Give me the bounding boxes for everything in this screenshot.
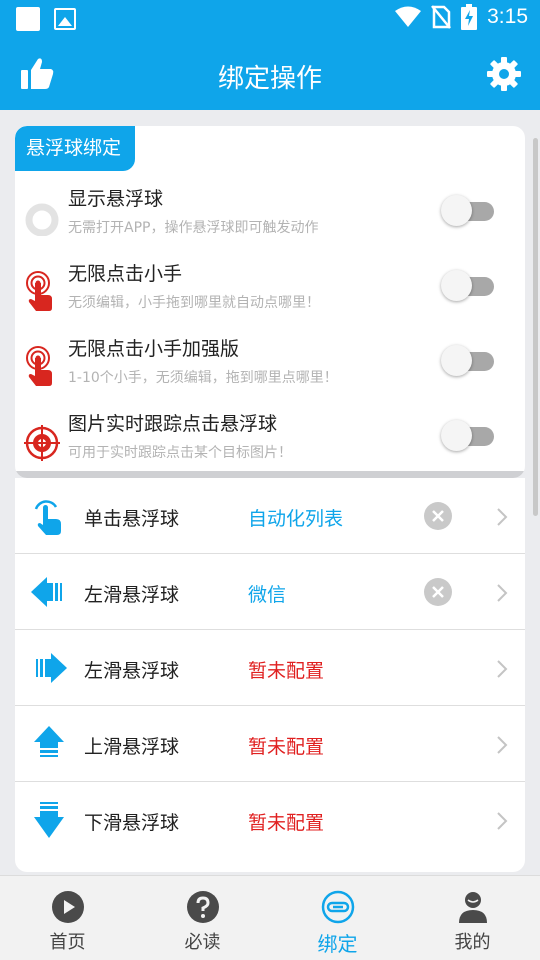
- binding-row-swipe-right[interactable]: 左滑悬浮球 暂未配置: [15, 630, 525, 706]
- user-icon: [458, 892, 487, 923]
- swipe-left-arrow-icon: [31, 577, 62, 607]
- binding-label: 下滑悬浮球: [84, 812, 180, 834]
- nav-profile[interactable]: 我的: [405, 876, 540, 960]
- binding-row-tap[interactable]: 单击悬浮球 自动化列表: [15, 478, 525, 554]
- section-tag: 悬浮球绑定: [15, 126, 136, 171]
- gesture-binding-list: 单击悬浮球 自动化列表 左滑悬浮球 微信 左滑悬浮球 暂未配置 上滑悬浮球 暂未…: [15, 478, 525, 872]
- binding-value: 微信: [248, 584, 287, 606]
- feature-row-infinite-tap-plus[interactable]: 无限点击小手加强版 1-10个小手，无须编辑，拖到哪里点哪里！: [15, 334, 525, 409]
- chevron-right-icon: [497, 736, 508, 754]
- tap-hand-icon: [26, 271, 52, 311]
- feature-desc: 1-10个小手，无须编辑，拖到哪里点哪里！: [68, 370, 338, 386]
- binding-label: 单击悬浮球: [84, 508, 180, 530]
- clock-text: 3:15: [487, 5, 528, 28]
- binding-row-swipe-left[interactable]: 左滑悬浮球 微信: [15, 554, 525, 630]
- image-tracking-toggle[interactable]: [441, 420, 494, 451]
- chevron-right-icon: [497, 584, 508, 602]
- clear-icon[interactable]: [423, 501, 453, 531]
- binding-value: 自动化列表: [248, 508, 344, 530]
- chevron-right-icon: [497, 812, 508, 830]
- infinite-tap-plus-toggle[interactable]: [441, 345, 494, 376]
- float-ball-card: 悬浮球绑定 显示悬浮球 无需打开APP，操作悬浮球即可触发动作 无限点击小手 无…: [15, 126, 525, 478]
- nav-label: 必读: [184, 932, 221, 953]
- feature-title: 无限点击小手: [68, 263, 183, 285]
- binding-row-swipe-down[interactable]: 下滑悬浮球 暂未配置: [15, 782, 525, 858]
- feature-row-infinite-tap[interactable]: 无限点击小手 无须编辑，小手拖到哪里就自动点哪里！: [15, 259, 525, 334]
- show-ball-toggle[interactable]: [441, 195, 494, 226]
- feature-desc: 可用于实时跟踪点击某个目标图片！: [68, 445, 292, 461]
- swipe-up-arrow-icon: [34, 726, 64, 757]
- image-notification-icon: [54, 8, 76, 30]
- binding-value: 暂未配置: [248, 812, 325, 834]
- feature-row-show-ball[interactable]: 显示悬浮球 无需打开APP，操作悬浮球即可触发动作: [15, 184, 525, 259]
- feature-title: 显示悬浮球: [68, 188, 164, 210]
- nav-label: 我的: [454, 932, 491, 953]
- binding-label: 左滑悬浮球: [84, 660, 180, 682]
- feature-desc: 无需打开APP，操作悬浮球即可触发动作: [68, 220, 319, 236]
- clear-icon[interactable]: [423, 577, 453, 607]
- page-title: 绑定操作: [217, 64, 322, 94]
- nav-must-read[interactable]: 必读: [135, 876, 270, 960]
- chevron-right-icon: [497, 660, 508, 678]
- binding-row-swipe-up[interactable]: 上滑悬浮球 暂未配置: [15, 706, 525, 782]
- infinite-tap-toggle[interactable]: [441, 270, 494, 301]
- scrollbar[interactable]: [533, 138, 538, 516]
- feature-row-image-tracking[interactable]: 图片实时跟踪点击悬浮球 可用于实时跟踪点击某个目标图片！: [15, 409, 525, 478]
- swipe-right-arrow-icon: [36, 653, 67, 683]
- binding-label: 左滑悬浮球: [84, 584, 180, 606]
- bottom-nav: 首页 必读 绑定 我的: [0, 875, 540, 960]
- no-sim-icon: [431, 5, 452, 29]
- single-tap-icon: [34, 500, 61, 535]
- binding-value: 暂未配置: [248, 736, 325, 758]
- play-circle-icon: [51, 891, 84, 923]
- notification-square-icon: [16, 7, 40, 31]
- chevron-right-icon: [497, 508, 508, 526]
- nav-bind[interactable]: 绑定: [270, 876, 405, 960]
- battery-charging-icon: [461, 4, 478, 30]
- swipe-down-arrow-icon: [34, 802, 64, 838]
- settings-gear-icon[interactable]: [486, 56, 522, 96]
- status-bar: 3:15: [0, 0, 540, 38]
- feature-title: 无限点击小手加强版: [68, 338, 240, 360]
- binding-value: 暂未配置: [248, 660, 325, 682]
- crosshair-target-icon: [24, 425, 60, 461]
- ring-icon: [25, 203, 59, 236]
- nav-home[interactable]: 首页: [0, 876, 135, 960]
- section-divider: [15, 471, 525, 478]
- binding-label: 上滑悬浮球: [84, 736, 180, 758]
- nav-label: 绑定: [317, 932, 358, 956]
- tap-hand-icon: [26, 346, 52, 386]
- app-header: 绑定操作: [0, 38, 540, 110]
- wifi-icon: [395, 6, 422, 27]
- link-circle-icon: [321, 890, 354, 924]
- feature-desc: 无须编辑，小手拖到哪里就自动点哪里！: [68, 295, 320, 311]
- question-circle-icon: [186, 891, 219, 923]
- feature-title: 图片实时跟踪点击悬浮球: [68, 413, 278, 435]
- nav-label: 首页: [49, 932, 86, 953]
